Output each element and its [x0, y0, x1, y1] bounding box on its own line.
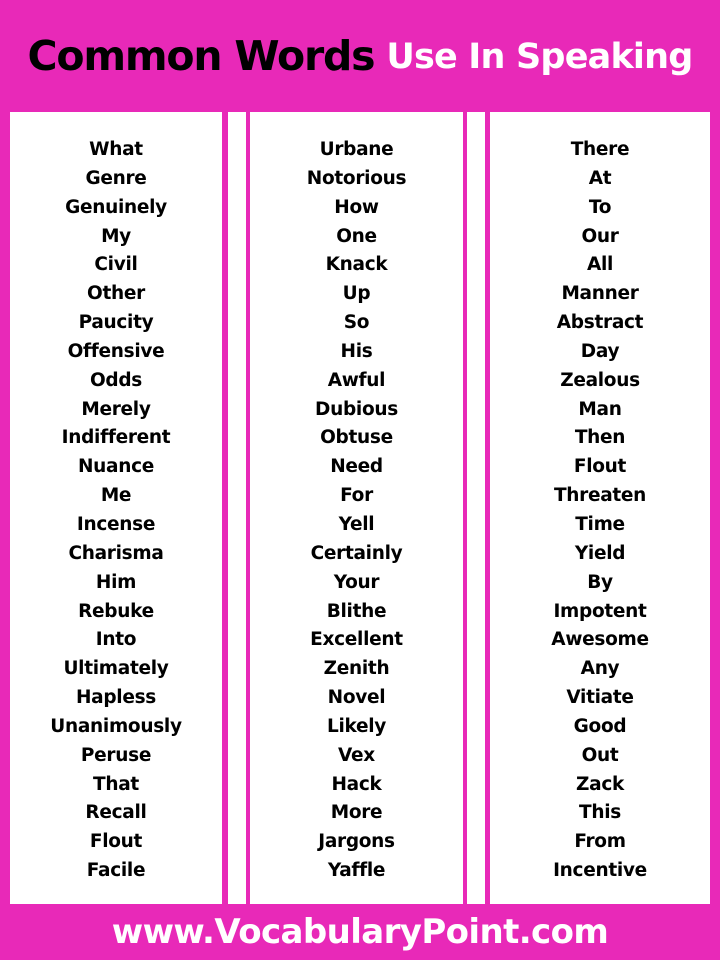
word-item: That [93, 773, 139, 795]
word-item: Recall [85, 802, 147, 824]
word-item: Our [581, 225, 619, 247]
word-item: Awesome [551, 629, 649, 651]
word-item: Offensive [67, 340, 165, 362]
word-item: Notorious [306, 167, 407, 189]
word-item: Impotent [553, 600, 647, 622]
word-list-3: There At To Our All Manner Abstract Day Zealous M… [490, 136, 710, 886]
left-border [0, 112, 10, 904]
word-item: Your [333, 571, 380, 593]
word-item: Dubious [315, 398, 398, 420]
word-item: Hack [331, 773, 382, 795]
word-item: Obtuse [320, 427, 393, 449]
website-link[interactable]: www.VocabularyPoint.com [112, 912, 609, 952]
word-item: Genuinely [65, 196, 167, 218]
word-item: Civil [94, 254, 138, 276]
word-item: Unanimously [50, 715, 182, 737]
word-item: So [343, 312, 370, 334]
word-item: Rebuke [78, 600, 154, 622]
word-item: Facile [86, 860, 146, 882]
word-item: By [587, 571, 613, 593]
word-list-2: Urbane Notorious How One Knack Up So His Awful Du… [250, 136, 463, 886]
word-item: Him [95, 571, 137, 593]
word-item: Vex [338, 744, 375, 766]
word-item: Day [580, 340, 620, 362]
word-item: At [588, 167, 612, 189]
word-item: What [89, 139, 143, 160]
column-gap [228, 112, 246, 904]
word-item: Man [578, 398, 622, 420]
word-item: My [101, 225, 131, 247]
word-item: Need [330, 456, 383, 478]
word-item: There [570, 139, 630, 160]
title-use-in-speaking: Use In Speaking [386, 37, 693, 77]
footer-banner: www.VocabularyPoint.com [0, 904, 720, 960]
word-item: Zack [576, 773, 624, 795]
word-item: From [574, 831, 626, 853]
column-gap [467, 112, 485, 904]
word-item: Merely [81, 398, 151, 420]
word-item: Up [342, 283, 371, 305]
word-item: Then [574, 427, 626, 449]
word-item: Yaffle [327, 860, 386, 882]
word-item: Indifferent [61, 427, 171, 449]
word-item: Jargons [318, 831, 395, 853]
word-item: Yield [574, 542, 626, 564]
word-item: Threaten [553, 485, 647, 507]
word-item: Odds [89, 369, 143, 391]
word-column-2: Urbane Notorious How One Knack Up So His Awful Du… [250, 112, 463, 904]
word-item: Ultimately [63, 658, 169, 680]
title-common-words: Common Words [27, 32, 375, 80]
word-item: Paucity [78, 312, 154, 334]
word-item: Abstract [556, 312, 644, 334]
word-item: Incense [76, 513, 156, 535]
header-banner: Common Words Use In Speaking [0, 0, 720, 112]
word-item: Flout [573, 456, 627, 478]
word-item: His [340, 340, 373, 362]
word-item: Into [95, 629, 137, 651]
word-item: Vitiate [566, 687, 634, 709]
word-item: Any [580, 658, 620, 680]
word-item: Certainly [310, 542, 403, 564]
word-item: Nuance [77, 456, 155, 478]
word-item: How [334, 196, 379, 218]
word-item: Charisma [68, 542, 164, 564]
word-item: Yell [338, 513, 375, 535]
word-item: All [586, 254, 614, 276]
word-item: Time [575, 513, 625, 535]
word-item: Knack [325, 254, 388, 276]
word-item: Incentive [553, 860, 647, 882]
word-item: Zenith [323, 658, 390, 680]
word-item: Hapless [75, 687, 157, 709]
word-item: For [340, 485, 373, 507]
word-item: Me [100, 485, 132, 507]
word-item: Manner [561, 283, 639, 305]
word-item: This [579, 802, 621, 824]
right-border [710, 112, 720, 904]
word-item: One [336, 225, 377, 247]
word-item: Other [87, 283, 145, 305]
word-item: Awful [327, 369, 386, 391]
word-item: Good [573, 715, 627, 737]
word-column-3: There At To Our All Manner Abstract Day Zealous M… [490, 112, 710, 904]
word-column-1: What Genre Genuinely My Civil Other Paucity Off… [10, 112, 222, 904]
word-item: Blithe [326, 600, 387, 622]
word-list-1: What Genre Genuinely My Civil Other Paucity Off… [10, 136, 222, 886]
word-item: To [588, 196, 612, 218]
word-item: Urbane [319, 139, 394, 160]
word-item: Zealous [560, 369, 640, 391]
word-item: Genre [85, 167, 147, 189]
word-item: Flout [89, 831, 143, 853]
word-item: More [330, 802, 383, 824]
word-item: Novel [327, 687, 386, 709]
word-item: Excellent [310, 629, 403, 651]
word-item: Likely [326, 715, 387, 737]
word-item: Out [581, 744, 619, 766]
word-item: Peruse [80, 744, 152, 766]
